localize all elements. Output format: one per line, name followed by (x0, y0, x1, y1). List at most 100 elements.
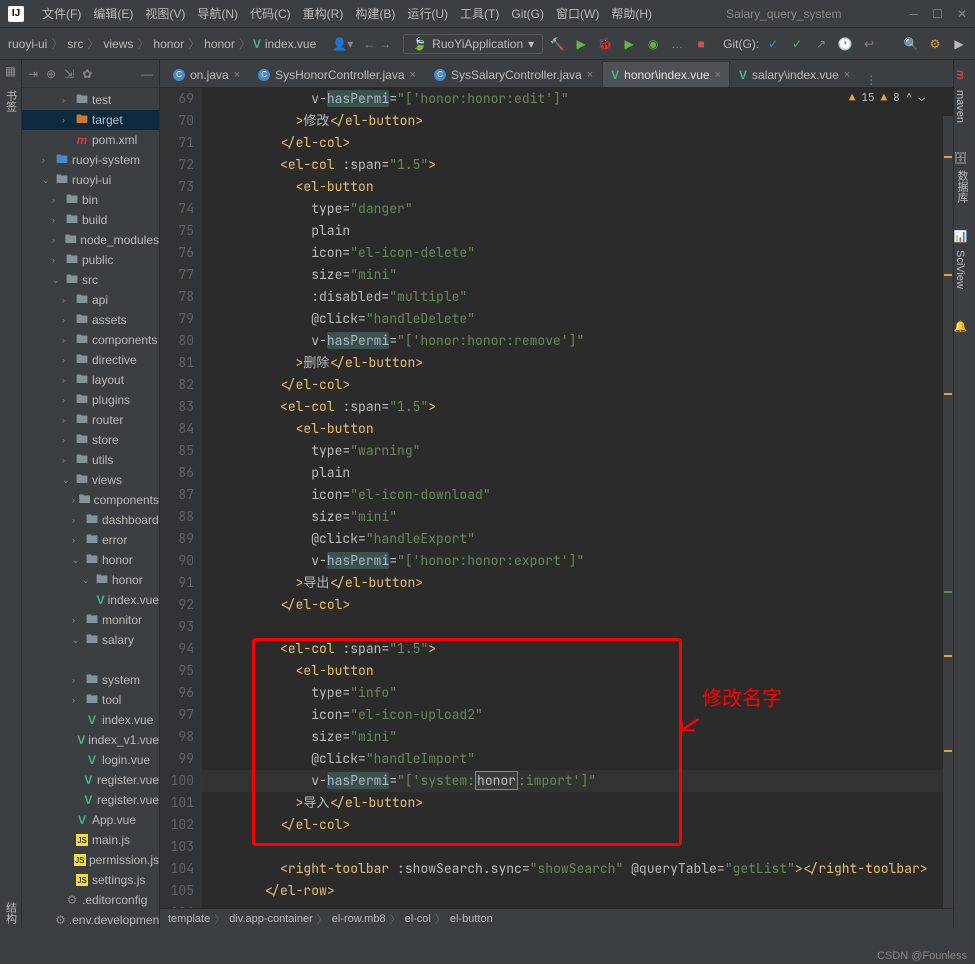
menu-tools[interactable]: 工具(T) (454, 5, 505, 22)
tree-item[interactable]: ›🖿plugins (22, 390, 159, 410)
forward-icon[interactable]: → (379, 37, 391, 51)
tree-item[interactable]: JSpermission.js (22, 850, 159, 870)
git-commit-icon[interactable]: ✓ (787, 34, 807, 54)
tree-item[interactable]: Vindex.vue (22, 590, 159, 610)
git-history-icon[interactable]: 🕐 (835, 34, 855, 54)
tree-item[interactable]: ›🖿target (22, 110, 159, 130)
tree-item[interactable]: ⌄🖿views (22, 470, 159, 490)
tab-close-icon[interactable]: × (715, 69, 721, 81)
breadcrumb-item[interactable]: ruoyi-ui (6, 37, 49, 51)
project-tree[interactable]: ›🖿test›🖿targetmpom.xml›🖿ruoyi-system⌄🖿ru… (22, 88, 159, 928)
tab-close-icon[interactable]: × (844, 69, 850, 81)
project-tool-icon[interactable]: ▦ (5, 64, 16, 78)
chevron-down-icon[interactable]: ⌄ (918, 91, 925, 105)
database-icon[interactable]: 🗄 (954, 150, 967, 164)
tree-item[interactable]: ›🖿router (22, 410, 159, 430)
menu-file[interactable]: 文件(F) (36, 5, 87, 22)
tree-item[interactable]: ›🖿ruoyi-system (22, 150, 159, 170)
tree-item[interactable]: ›🖿build (22, 210, 159, 230)
minimize-icon[interactable]: ─ (910, 7, 919, 21)
collapse-icon[interactable]: ⇥ (28, 67, 38, 81)
tree-item[interactable]: ⌄🖿honor (22, 570, 159, 590)
sciview-icon[interactable]: 📊 (954, 230, 967, 243)
tree-item[interactable]: ›🖿api (22, 290, 159, 310)
tree-item[interactable]: Vindex_v1.vue (22, 730, 159, 750)
structure-breadcrumb[interactable]: template 〉 div.app-container 〉 el-row.mb… (160, 908, 953, 928)
tree-item[interactable]: ›🖿test (22, 90, 159, 110)
sciview-label[interactable]: SciView (954, 250, 966, 289)
menu-window[interactable]: 窗口(W) (550, 5, 605, 22)
attach-icon[interactable]: … (667, 34, 687, 54)
tree-item[interactable]: ⌄🖿src (22, 270, 159, 290)
build-icon[interactable]: 🔨 (547, 34, 567, 54)
tree-item[interactable]: ›🖿utils (22, 450, 159, 470)
editor-tab[interactable]: Vsalary\index.vue× (730, 61, 859, 87)
tree-item[interactable]: Vindex.vue (22, 710, 159, 730)
menu-refactor[interactable]: 重构(R) (297, 5, 350, 22)
maven-label[interactable]: maven (954, 90, 966, 123)
menu-view[interactable]: 视图(V) (139, 5, 191, 22)
menu-git[interactable]: Git(G) (505, 7, 550, 21)
breadcrumb-item[interactable]: index.vue (263, 37, 318, 51)
search-icon[interactable]: 🔍 (901, 34, 921, 54)
database-label[interactable]: 数据库 (954, 170, 970, 203)
breadcrumb-item[interactable]: src (65, 37, 85, 51)
tree-item[interactable]: mpom.xml (22, 130, 159, 150)
tree-item[interactable]: JSmain.js (22, 830, 159, 850)
tree-item[interactable]: ⚙.editorconfig (22, 890, 159, 910)
editor-tab[interactable]: CSysSalaryController.java× (425, 61, 602, 87)
breadcrumb-item[interactable]: honor (151, 37, 186, 51)
structure-crumb[interactable]: el-col (405, 913, 431, 925)
menu-nav[interactable]: 导航(N) (191, 5, 244, 22)
tree-item[interactable]: ›🖿store (22, 430, 159, 450)
more-tabs-icon[interactable]: ⋮ (859, 73, 883, 87)
breadcrumb-item[interactable]: views (101, 37, 135, 51)
editor-tab[interactable]: Vhonor\index.vue× (602, 61, 730, 87)
ide-update-icon[interactable]: ⚙ (925, 34, 945, 54)
coverage-icon[interactable]: ▶ (619, 34, 639, 54)
error-stripe[interactable] (943, 116, 953, 908)
tree-item[interactable]: Vregister.vue (22, 790, 159, 810)
code-with-me-icon[interactable]: ▶ (949, 34, 969, 54)
git-rollback-icon[interactable]: ↩ (859, 34, 879, 54)
menu-build[interactable]: 构建(B) (349, 5, 401, 22)
tree-item[interactable]: ›🖿components (22, 330, 159, 350)
tree-item[interactable]: ›🖿dashboard (22, 510, 159, 530)
git-update-icon[interactable]: ✓ (763, 34, 783, 54)
tree-item[interactable]: ›🖿system (22, 670, 159, 690)
structure-crumb[interactable]: el-button (450, 913, 493, 925)
notif-icon[interactable]: 🔔 (954, 320, 967, 333)
code-content[interactable]: ▲15 ▲8 ^ ⌄ v-hasPermi="['honor:honor:edi… (202, 88, 953, 908)
tree-item[interactable]: ›🖿tool (22, 690, 159, 710)
inspection-widget[interactable]: ▲15 ▲8 ^ ⌄ (849, 91, 925, 105)
menu-edit[interactable]: 编辑(E) (87, 5, 139, 22)
stop-icon[interactable]: ■ (691, 34, 711, 54)
chevron-up-icon[interactable]: ^ (906, 91, 913, 105)
settings-icon[interactable]: ✿ (82, 67, 92, 81)
tree-item[interactable]: ›🖿bin (22, 190, 159, 210)
run-icon[interactable]: ▶ (571, 34, 591, 54)
debug-icon[interactable]: 🐞 (595, 34, 615, 54)
git-push-icon[interactable]: ↗ (811, 34, 831, 54)
maven-tool-icon[interactable]: m (954, 70, 966, 80)
tree-item[interactable]: ›🖿directive (22, 350, 159, 370)
user-icon[interactable]: 👤▾ (332, 37, 353, 51)
editor-tab[interactable]: CSysHonorController.java× (249, 61, 425, 87)
tree-item[interactable]: ›🖿error (22, 530, 159, 550)
tree-item[interactable]: ⌄🖿salary (22, 630, 159, 650)
tab-close-icon[interactable]: × (410, 69, 416, 81)
tree-item[interactable]: ⌄🖿honor (22, 550, 159, 570)
tree-item[interactable]: ›🖿components (22, 490, 159, 510)
tree-item[interactable]: ⌄🖿ruoyi-ui (22, 170, 159, 190)
structure-crumb[interactable]: div.app-container (229, 913, 313, 925)
tree-item[interactable]: ›🖿layout (22, 370, 159, 390)
profile-icon[interactable]: ◉ (643, 34, 663, 54)
tree-item[interactable]: Vregister.vue (22, 770, 159, 790)
tree-item[interactable]: VApp.vue (22, 810, 159, 830)
tree-item[interactable]: ⚙.env.development (22, 910, 159, 928)
run-config-selector[interactable]: 🍃 RuoYiApplication ▾ (403, 34, 543, 54)
tree-item[interactable] (22, 650, 159, 670)
menu-help[interactable]: 帮助(H) (605, 5, 658, 22)
hide-icon[interactable]: — (141, 67, 153, 81)
structure-label[interactable]: 结构 (3, 902, 19, 924)
